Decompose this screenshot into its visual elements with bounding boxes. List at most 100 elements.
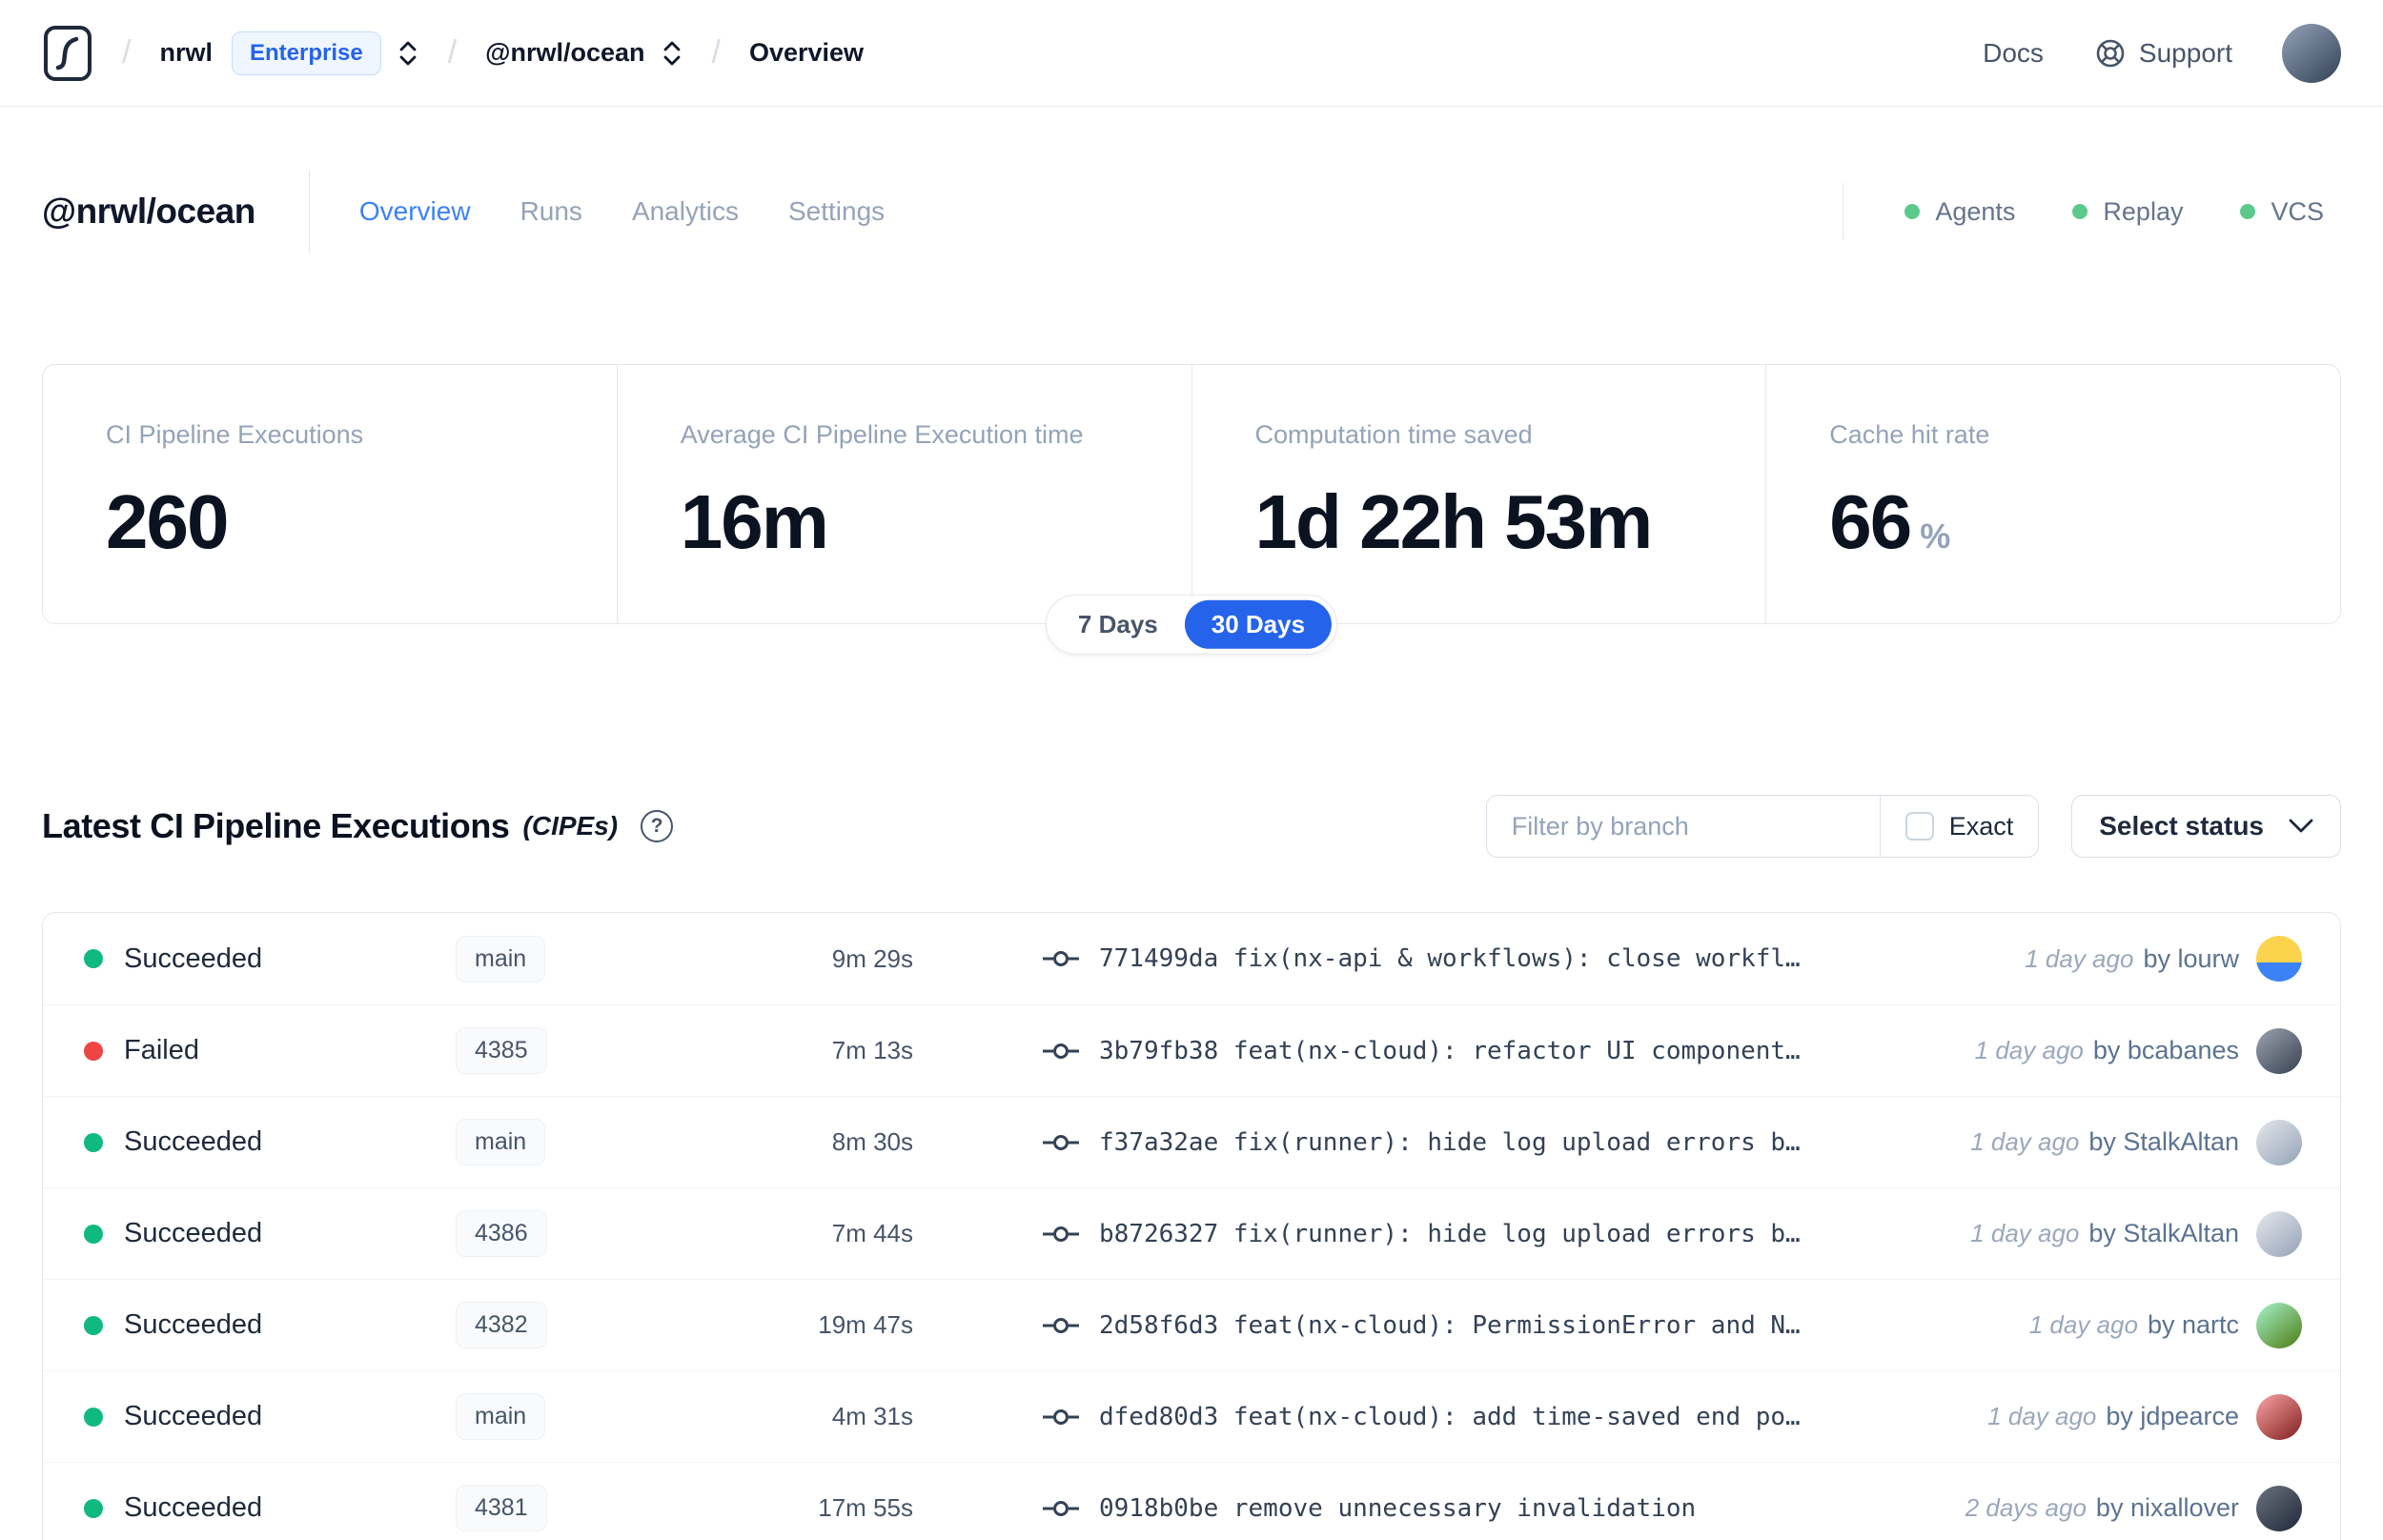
integration-label: Replay (2103, 196, 2184, 226)
branch-filter-group: Exact (1485, 795, 2040, 858)
table-row[interactable]: Failed 4385 7m 13s 3b79fb38 feat(nx-clou… (43, 1004, 2340, 1096)
branch-badge[interactable]: main (456, 935, 546, 983)
nx-cloud-logo-icon[interactable] (42, 24, 93, 83)
help-icon[interactable]: ? (641, 810, 674, 842)
stat-unit: % (1920, 517, 1951, 556)
breadcrumb-separator: / (122, 34, 132, 71)
git-commit-icon (1043, 1226, 1079, 1242)
avatar[interactable] (2256, 936, 2302, 982)
table-row[interactable]: Succeeded main 8m 30s f37a32ae fix(runne… (43, 1096, 2340, 1187)
git-commit-icon (1043, 1317, 1079, 1333)
divider (308, 170, 310, 253)
tab-settings[interactable]: Settings (788, 196, 885, 227)
breadcrumb-page: Overview (748, 38, 865, 67)
avatar[interactable] (2256, 1027, 2302, 1074)
integration-agents[interactable]: Agents (1904, 197, 2015, 227)
duration: 19m 47s (818, 1310, 913, 1339)
status-dot (84, 1041, 103, 1061)
range-7-days[interactable]: 7 Days (1051, 600, 1185, 649)
status-label: Succeeded (124, 1218, 263, 1248)
branch-badge[interactable]: 4382 (456, 1302, 547, 1348)
commit-message[interactable]: b8726327 fix(runner): hide log upload er… (1099, 1220, 1801, 1248)
duration: 9m 29s (831, 943, 913, 973)
status-dot (84, 1224, 103, 1244)
commit-message[interactable]: 2d58f6d3 feat(nx-cloud): PermissionError… (1099, 1311, 1801, 1340)
branch-badge[interactable]: main (456, 1119, 546, 1165)
support-link[interactable]: Support (2093, 36, 2232, 71)
stat-computation-time-saved: Computation time saved 1d 22h 53m (1191, 365, 1766, 623)
status-dot (1904, 204, 1921, 219)
stat-value: 66 (1829, 479, 1912, 564)
chevron-down-icon (2289, 819, 2313, 833)
commit-message[interactable]: 3b79fb38 feat(nx-cloud): refactor UI com… (1099, 1037, 1801, 1065)
avatar[interactable] (2256, 1119, 2302, 1165)
commit-message[interactable]: 0918b0be remove unnecessary invalidation (1099, 1494, 1696, 1523)
avatar[interactable] (2256, 1485, 2302, 1531)
table-row[interactable]: Succeeded 4381 17m 55s 0918b0be remove u… (43, 1462, 2340, 1540)
author: by nartc (2147, 1310, 2239, 1339)
branch-badge[interactable]: 4386 (456, 1210, 547, 1257)
time-ago: 1 day ago (1970, 1219, 2080, 1247)
branch-badge[interactable]: 4381 (456, 1485, 547, 1531)
time-ago: 2 days ago (1965, 1493, 2087, 1522)
workspace-switcher-icon[interactable] (661, 37, 683, 70)
date-range-toggle: 7 Days 30 Days (1045, 594, 1338, 655)
table-row[interactable]: Succeeded main 9m 29s 771499da fix(nx-ap… (43, 913, 2340, 1004)
status-dot (84, 1315, 103, 1335)
stat-label: Computation time saved (1254, 420, 1533, 449)
stat-value: 1d 22h 53m (1254, 479, 1654, 564)
time-ago: 1 day ago (1974, 1036, 2084, 1064)
stat-value: 260 (106, 479, 229, 564)
branch-filter-input[interactable] (1486, 796, 1880, 857)
tab-analytics[interactable]: Analytics (632, 196, 739, 227)
status-dot (84, 1132, 103, 1152)
avatar[interactable] (2256, 1393, 2302, 1440)
author: by StalkAltan (2088, 1219, 2239, 1247)
breadcrumb-workspace[interactable]: @nrwl/ocean (485, 38, 644, 68)
status-dot (84, 1498, 103, 1518)
stat-ci-pipeline-executions: CI Pipeline Executions 260 (43, 365, 617, 623)
avatar[interactable] (2256, 1210, 2302, 1257)
table-row[interactable]: Succeeded 4382 19m 47s 2d58f6d3 feat(nx-… (43, 1279, 2340, 1370)
stat-label: CI Pipeline Executions (106, 420, 364, 449)
author: by jdpearce (2106, 1402, 2239, 1430)
tab-overview[interactable]: Overview (359, 196, 471, 227)
top-nav: / nrwl Enterprise / @nrwl/ocean / Overvi… (0, 0, 2383, 107)
status-label: Succeeded (124, 1309, 263, 1340)
stat-label: Cache hit rate (1829, 420, 1990, 449)
tab-runs[interactable]: Runs (520, 196, 582, 227)
docs-link[interactable]: Docs (1983, 38, 2044, 69)
avatar[interactable] (2256, 1302, 2302, 1348)
integration-vcs[interactable]: VCS (2240, 197, 2324, 227)
breadcrumb-separator: / (447, 34, 458, 71)
table-row[interactable]: Succeeded main 4m 31s dfed80d3 feat(nx-c… (43, 1370, 2340, 1462)
duration: 7m 44s (831, 1219, 913, 1247)
branch-badge[interactable]: main (456, 1393, 546, 1440)
author: by nixallover (2095, 1493, 2239, 1522)
commit-message[interactable]: f37a32ae fix(runner): hide log upload er… (1099, 1128, 1801, 1157)
range-30-days[interactable]: 30 Days (1184, 599, 1333, 649)
support-label: Support (2138, 37, 2232, 68)
status-label: Succeeded (124, 1126, 263, 1157)
table-row[interactable]: Succeeded 4386 7m 44s b8726327 fix(runne… (43, 1187, 2340, 1279)
org-switcher-icon[interactable] (397, 37, 419, 70)
status-dot (2240, 204, 2256, 219)
exact-checkbox[interactable] (1904, 812, 1934, 841)
status-filter-dropdown[interactable]: Select status (2071, 795, 2341, 858)
workspace-header: @nrwl/ocean Overview Runs Analytics Sett… (0, 170, 2383, 253)
stat-average-execution-time: Average CI Pipeline Execution time 16m (616, 365, 1192, 623)
commit-message[interactable]: 771499da fix(nx-api & workflows): close … (1099, 944, 1801, 973)
integration-replay[interactable]: Replay (2072, 197, 2183, 227)
time-ago: 1 day ago (1970, 1127, 2080, 1156)
commit-message[interactable]: dfed80d3 feat(nx-cloud): add time-saved … (1099, 1403, 1801, 1431)
duration: 17m 55s (818, 1493, 913, 1522)
breadcrumb-separator: / (711, 34, 721, 71)
git-commit-icon (1043, 1408, 1079, 1425)
status-label: Succeeded (124, 942, 263, 974)
duration: 4m 31s (831, 1402, 913, 1430)
stat-cache-hit-rate: Cache hit rate 66 % (1765, 365, 2340, 623)
breadcrumb-org[interactable]: nrwl (159, 38, 213, 68)
branch-badge[interactable]: 4385 (456, 1027, 547, 1074)
user-avatar[interactable] (2282, 23, 2341, 83)
status-dot (84, 1407, 103, 1427)
